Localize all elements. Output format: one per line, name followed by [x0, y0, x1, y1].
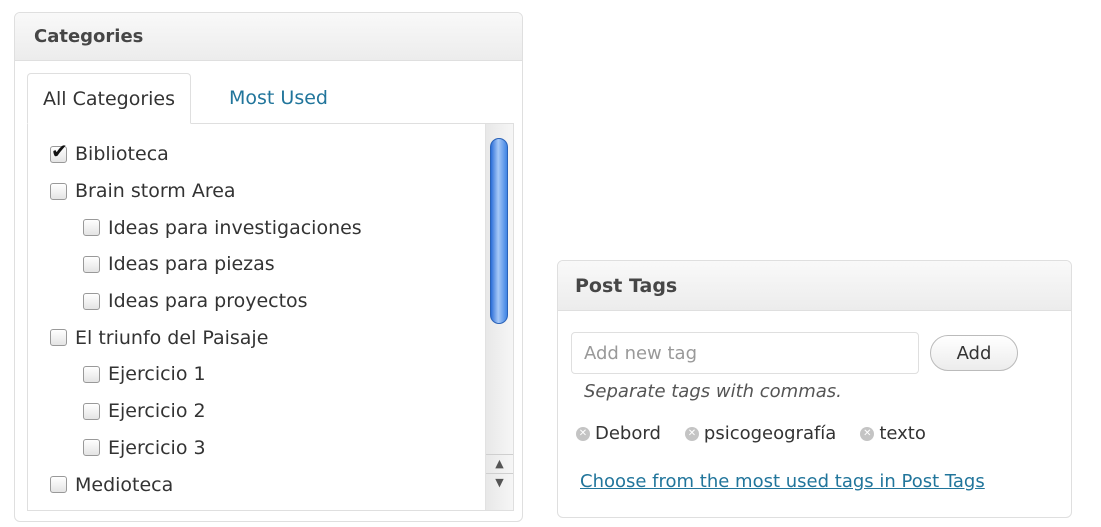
tag-item-texto: ✕ texto	[860, 423, 926, 444]
checkmark-icon: ✔	[51, 138, 68, 163]
category-item-biblioteca[interactable]: ✔ Biblioteca	[50, 136, 513, 173]
post-tags-header: Post Tags	[558, 261, 1071, 311]
remove-tag-icon[interactable]: ✕	[684, 426, 699, 441]
category-checkbox[interactable]	[50, 182, 67, 200]
most-used-tags-link[interactable]: Choose from the most used tags in Post T…	[580, 471, 985, 492]
tag-label: Debord	[595, 423, 661, 444]
category-label: Ejercicio 3	[108, 436, 206, 459]
category-label: Medioteca	[75, 473, 174, 496]
category-item-ejercicio-2[interactable]: Ejercicio 2	[50, 393, 513, 430]
category-checklist: ✔ Biblioteca Brain storm Area Ideas para…	[27, 123, 514, 511]
tab-all-categories[interactable]: All Categories	[27, 73, 192, 124]
scroll-down-arrow-icon[interactable]: ▼	[486, 473, 513, 492]
remove-tag-icon[interactable]: ✕	[576, 426, 590, 441]
category-checkbox[interactable]	[83, 365, 100, 383]
tag-item-debord: ✕ Debord	[576, 423, 661, 444]
category-label: Ejercicio 1	[108, 363, 206, 386]
category-checkbox[interactable]	[50, 476, 67, 494]
tag-label: psicogeografía	[703, 423, 837, 444]
category-label: Ejercicio 2	[108, 400, 206, 423]
category-checkbox[interactable]	[83, 219, 100, 237]
category-scrollbar[interactable]: ▲ ▼	[485, 124, 513, 510]
category-label: Brain storm Area	[75, 180, 236, 203]
category-label: Ideas para piezas	[108, 253, 275, 276]
category-item-ejercicio-1[interactable]: Ejercicio 1	[50, 356, 513, 393]
category-checkbox[interactable]: ✔	[50, 141, 68, 163]
category-checkbox[interactable]	[50, 329, 67, 347]
category-label: Ideas para investigaciones	[108, 216, 362, 239]
remove-tag-icon[interactable]: ✕	[860, 426, 875, 441]
categories-box: Categories All Categories Most Used ✔ Bi…	[14, 12, 523, 522]
category-item-brain-storm-area[interactable]: Brain storm Area	[50, 173, 513, 210]
category-checkbox[interactable]	[83, 402, 100, 420]
tags-hint: Separate tags with commas.	[584, 381, 842, 402]
new-tag-input[interactable]	[571, 332, 919, 374]
category-item-ideas-piezas[interactable]: Ideas para piezas	[50, 246, 513, 283]
tag-label: texto	[879, 423, 926, 444]
tab-most-used[interactable]: Most Used	[214, 73, 343, 124]
category-label: Ideas para proyectos	[108, 290, 308, 313]
add-tag-button[interactable]: Add	[930, 335, 1018, 371]
scroll-up-arrow-icon[interactable]: ▲	[486, 454, 513, 473]
category-label: Biblioteca	[75, 143, 169, 166]
category-checkbox[interactable]	[83, 255, 100, 273]
category-label: El triunfo del Paisaje	[75, 326, 269, 349]
tag-list: ✕ Debord ✕ psicogeografía ✕ texto	[576, 423, 950, 444]
category-item-ideas-investigaciones[interactable]: Ideas para investigaciones	[50, 209, 513, 246]
post-tags-box: Post Tags Add Separate tags with commas.…	[557, 260, 1072, 518]
category-item-medioteca[interactable]: Medioteca	[50, 466, 513, 503]
category-item-ejercicio-3[interactable]: Ejercicio 3	[50, 430, 513, 467]
category-list: ✔ Biblioteca Brain storm Area Ideas para…	[28, 124, 513, 503]
category-item-ideas-proyectos[interactable]: Ideas para proyectos	[50, 283, 513, 320]
scrollbar-thumb[interactable]	[490, 138, 508, 324]
category-tabs: All Categories Most Used	[27, 73, 514, 124]
categories-header: Categories	[15, 13, 522, 61]
tag-item-psicogeografia: ✕ psicogeografía	[684, 423, 837, 444]
category-item-el-triunfo-del-paisaje[interactable]: El triunfo del Paisaje	[50, 319, 513, 356]
category-checkbox[interactable]	[83, 292, 100, 310]
category-checkbox[interactable]	[83, 439, 100, 457]
